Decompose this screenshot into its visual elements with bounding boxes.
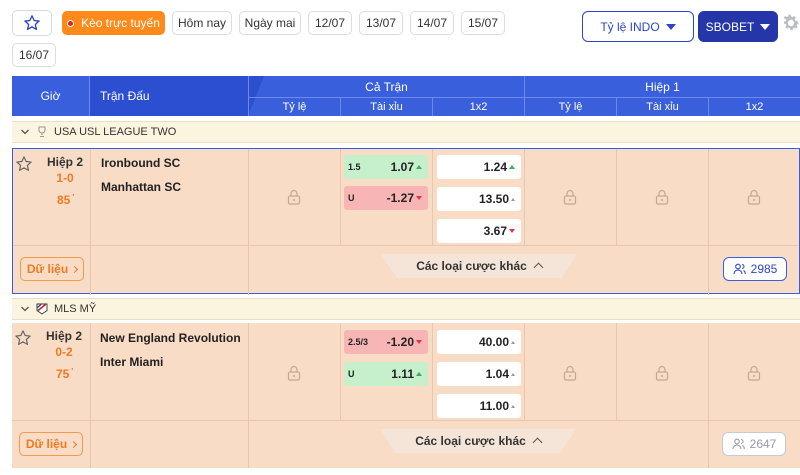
header-col-h1-over-under: Tài xỉu — [616, 98, 708, 116]
draw-odds-button[interactable]: 1.04 — [437, 362, 521, 386]
chevron-right-icon — [71, 265, 79, 273]
date-tab-1307[interactable]: 13/07 — [359, 11, 403, 35]
gear-icon[interactable] — [780, 12, 800, 34]
away-team[interactable]: Manhattan SC — [101, 180, 181, 194]
header-col-over-under: Tài xỉu — [340, 98, 432, 116]
league-name: MLS MỸ — [54, 303, 97, 315]
star-icon — [24, 15, 40, 31]
lock-icon — [287, 189, 301, 205]
chevron-down-icon[interactable] — [20, 304, 30, 314]
odds-type-select[interactable]: Tỷ lệ INDO — [582, 11, 694, 42]
league-name: USA USL LEAGUE TWO — [54, 126, 177, 138]
lock-icon — [287, 365, 301, 381]
bookmaker-select[interactable]: SBOBET — [698, 11, 778, 42]
match-card: Hiệp 2 0-2 75 ' New England Revolution In… — [12, 323, 800, 468]
header-col-handicap: Tỷ lệ — [248, 98, 340, 116]
draw-odds-button[interactable]: 13.50 — [437, 187, 521, 211]
league-row[interactable]: USA USL LEAGUE TWO — [12, 121, 800, 143]
star-icon[interactable] — [15, 155, 33, 173]
chevron-up-icon — [533, 262, 544, 273]
live-odds-label: Kèo trực tuyến — [81, 16, 160, 30]
league-row[interactable]: MLS MỸ — [12, 298, 800, 320]
caret-down-icon — [760, 23, 771, 30]
header-full-match: Cả Trận — [248, 76, 524, 98]
filter-bar: Kèo trực tuyến Hôm nay Ngày mai 12/07 13… — [0, 0, 800, 72]
header-time: Giờ — [12, 76, 90, 116]
data-button[interactable]: Dữ liệu — [20, 257, 84, 281]
other-bets-toggle[interactable]: Các loại cược khác — [381, 254, 577, 278]
match-card: Hiệp 2 1-0 85 ' Ironbound SC Manhattan SC… — [12, 148, 800, 295]
home-team[interactable]: New England Revolution — [100, 331, 241, 345]
favorites-button[interactable] — [12, 10, 52, 36]
home-team[interactable]: Ironbound SC — [101, 156, 180, 170]
date-tab-1407[interactable]: 14/07 — [410, 11, 454, 35]
header-col-1x2: 1x2 — [432, 98, 524, 116]
header-col-h1-handicap: Tỷ lệ — [524, 98, 616, 116]
over-odds-button[interactable]: 2.5/3 -1.20 — [344, 330, 428, 354]
arrow-down-icon — [509, 229, 515, 233]
away-win-odds-button[interactable]: 11.00 — [437, 394, 521, 418]
lock-icon — [655, 365, 669, 381]
lock-icon — [747, 189, 761, 205]
lock-icon — [563, 365, 577, 381]
header-match: Trận Đấu — [90, 76, 264, 116]
header-half1: Hiệp 1 — [524, 76, 800, 98]
lock-icon — [563, 189, 577, 205]
date-tab-today[interactable]: Hôm nay — [172, 11, 232, 35]
star-icon[interactable] — [14, 329, 32, 347]
date-tab-tomorrow[interactable]: Ngày mai — [239, 11, 301, 35]
away-win-odds-button[interactable]: 3.67 — [437, 219, 521, 243]
over-odds-button[interactable]: 1.5 1.07 — [344, 155, 428, 179]
odds-table-header: Giờ Trận Đấu Cả Trận Hiệp 1 Tỷ lệ Tài xỉ… — [12, 76, 800, 116]
arrow-up-icon — [509, 165, 515, 169]
match-period: Hiệp 2 — [46, 155, 83, 169]
chevron-up-icon — [532, 437, 543, 448]
live-odds-tab[interactable]: Kèo trực tuyến — [62, 11, 165, 35]
arrow-up-icon — [511, 340, 515, 344]
arrow-up-icon — [416, 372, 422, 376]
trophy-icon — [38, 126, 46, 138]
header-col-h1-1x2: 1x2 — [708, 98, 800, 116]
away-team[interactable]: Inter Miami — [100, 355, 163, 369]
bettors-count-button[interactable]: 2647 — [722, 432, 786, 456]
caret-down-icon — [665, 23, 676, 30]
match-score: 1-0 — [56, 171, 74, 185]
home-win-odds-button[interactable]: 1.24 — [437, 155, 521, 179]
odds-type-label: Tỷ lệ INDO — [600, 19, 660, 34]
data-button[interactable]: Dữ liệu — [19, 432, 83, 456]
match-minute: 75 ' — [56, 367, 74, 381]
arrow-up-icon — [511, 372, 515, 376]
arrow-up-icon — [511, 197, 515, 201]
lock-icon — [747, 365, 761, 381]
home-win-odds-button[interactable]: 40.00 — [437, 330, 521, 354]
live-dot-icon — [67, 19, 75, 27]
arrow-down-icon — [416, 196, 422, 200]
lock-icon — [655, 189, 669, 205]
chevron-down-icon[interactable] — [20, 127, 30, 137]
under-odds-button[interactable]: U -1.27 — [344, 186, 428, 210]
date-tab-1607[interactable]: 16/07 — [12, 43, 56, 67]
under-odds-button[interactable]: U 1.11 — [344, 362, 428, 386]
arrow-up-icon — [416, 165, 422, 169]
date-tab-1207[interactable]: 12/07 — [308, 11, 352, 35]
match-minute: 85 ' — [57, 193, 75, 207]
bookmaker-label: SBOBET — [705, 19, 755, 34]
arrow-up-icon — [511, 404, 515, 408]
mls-logo-icon — [36, 303, 48, 315]
arrow-down-icon — [416, 340, 422, 344]
match-period: Hiệp 2 — [45, 329, 82, 343]
bettors-count-button[interactable]: 2985 — [723, 257, 787, 281]
users-icon — [732, 438, 745, 450]
other-bets-toggle[interactable]: Các loại cược khác — [380, 429, 576, 453]
chevron-right-icon — [70, 440, 78, 448]
match-score: 0-2 — [55, 345, 73, 359]
users-icon — [733, 263, 746, 275]
date-tab-1507[interactable]: 15/07 — [461, 11, 505, 35]
